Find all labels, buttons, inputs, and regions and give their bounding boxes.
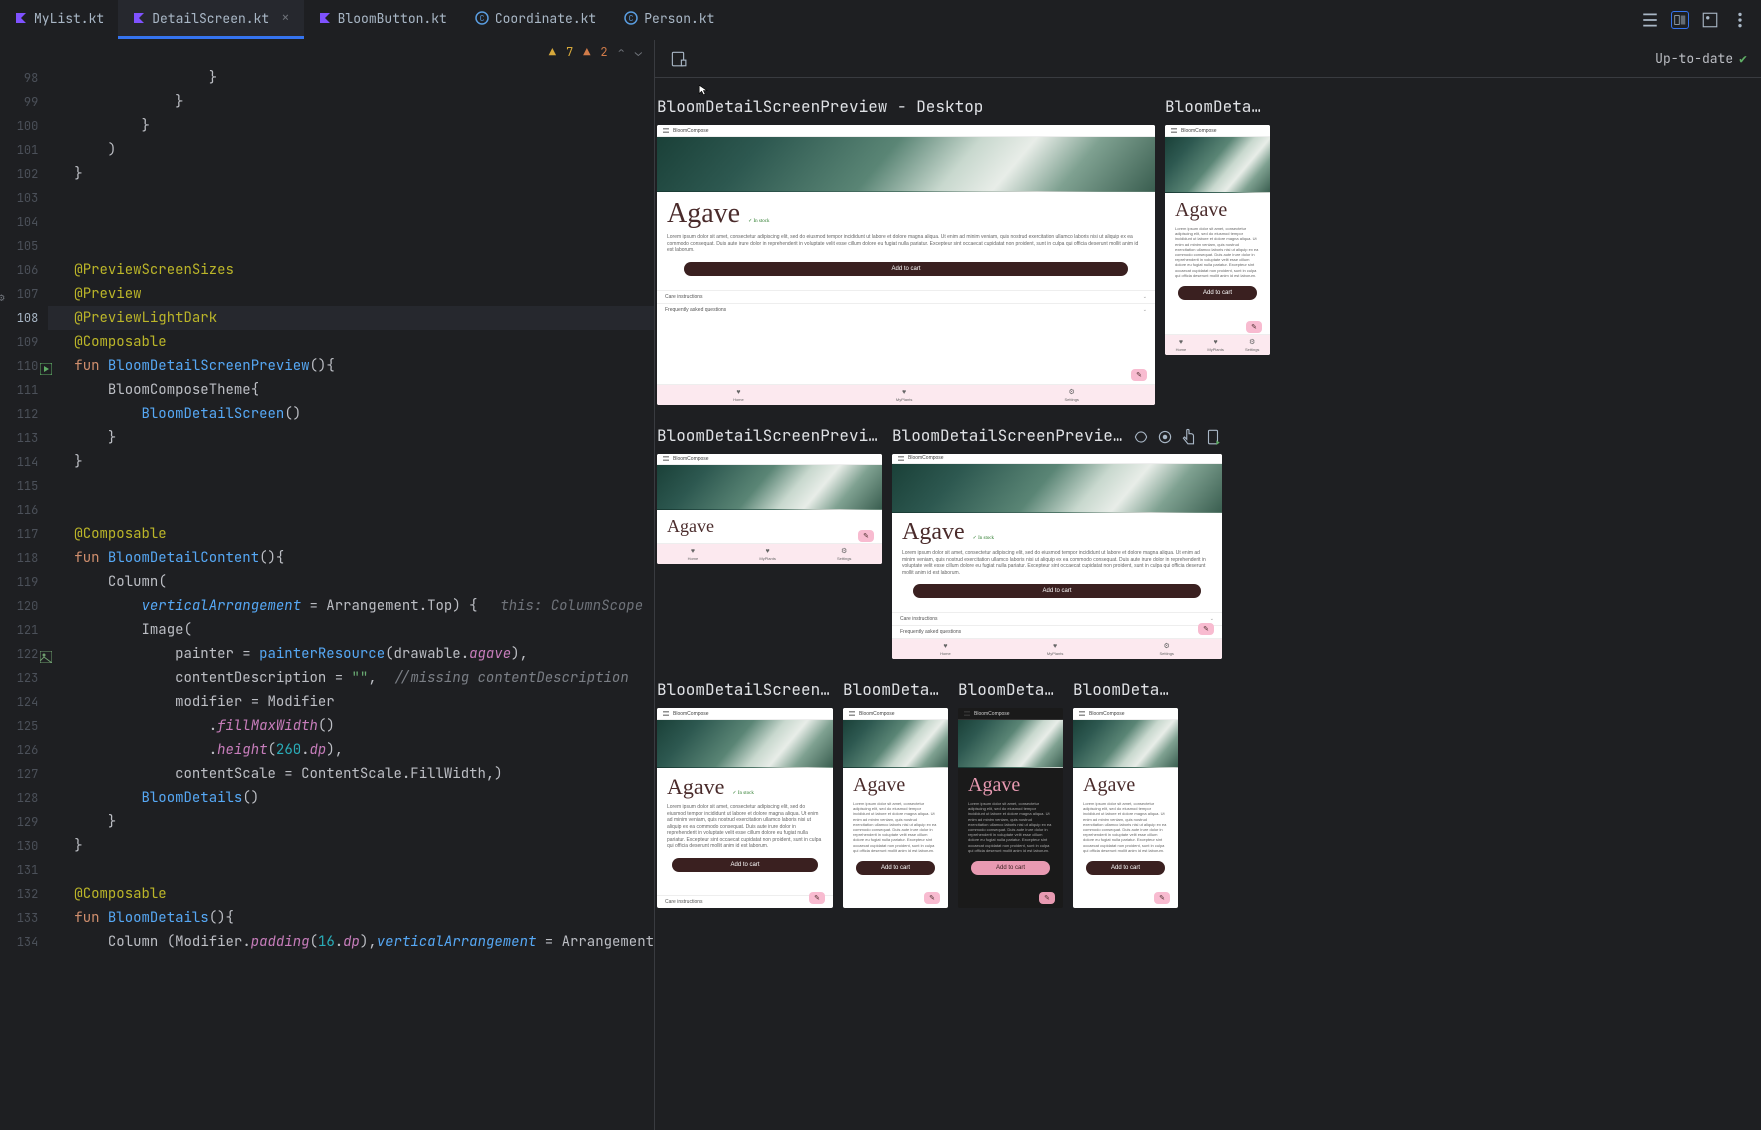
add-to-cart-button: Add to cart — [913, 584, 1201, 598]
card-title: BloomCompose — [673, 128, 709, 134]
nav-settings: Settings — [1064, 397, 1078, 402]
nav-settings: Settings — [1245, 347, 1259, 352]
nav-home: Home — [688, 556, 699, 561]
svg-text:C: C — [629, 14, 634, 24]
tab-label: BloomButton.kt — [338, 10, 447, 27]
nav-settings: Settings — [1159, 651, 1173, 656]
stock-badge: ✓ In stock — [973, 535, 994, 541]
close-icon[interactable]: × — [281, 9, 289, 27]
tab-coordinate[interactable]: C Coordinate.kt — [461, 0, 610, 39]
kotlin-file-icon — [132, 11, 146, 25]
preview-pane: Up-to-date ✔ BloomDetailScreenPreview - … — [655, 40, 1761, 1130]
preview-card-desktop[interactable]: BloomCompose Agave ✓ In stock Lorem ipsum… — [657, 125, 1155, 405]
nav-home: Home — [1176, 347, 1187, 352]
list-icon[interactable] — [1641, 11, 1659, 29]
tab-detailscreen[interactable]: DetailScreen.kt × — [118, 0, 303, 39]
product-title: Agave — [1175, 199, 1227, 222]
tab-label: DetailScreen.kt — [152, 10, 269, 27]
tab-bar: MyList.kt DetailScreen.kt × BloomButton.… — [0, 0, 1761, 40]
product-title: Agave — [902, 519, 965, 546]
product-desc: Lorem ipsum dolor sit amet, consectetur … — [667, 234, 1145, 254]
editor-pane: ▲ 7 ▲ 2 ⌃ ⌄ 9899100101102103104105106⚙1071… — [0, 40, 655, 1130]
preview-label-4a: BloomDetailScreenPrevie... — [657, 679, 833, 700]
preview-card-tablet[interactable]: BloomCompose Agave ✓ In stock Lorem ipsum… — [892, 454, 1222, 659]
nav-plants: MyPlants — [1047, 651, 1063, 656]
nav-plants: MyPlants — [759, 556, 775, 561]
warning-count: 7 — [566, 44, 573, 60]
fab-edit: ✎ — [1131, 369, 1147, 381]
gutter[interactable]: 9899100101102103104105106⚙10710810911011… — [0, 64, 48, 1130]
check-icon: ✔ — [1739, 50, 1747, 67]
preview-label-4c: BloomDetailSc... — [958, 679, 1063, 700]
more-icon[interactable] — [1731, 11, 1749, 29]
weak-warning-count: 2 — [600, 44, 607, 60]
card-title: BloomCompose — [908, 455, 944, 461]
warning-icon: ▲ — [549, 44, 556, 60]
preview-card-portrait[interactable]: BloomCompose Agave Lorem ipsum dolor sit… — [1165, 125, 1270, 355]
nav-plants: MyPlants — [1207, 347, 1223, 352]
stock-badge: ✓ In stock — [748, 218, 769, 224]
card-title: BloomCompose — [1181, 128, 1217, 134]
kotlin-file-icon — [14, 11, 28, 25]
product-title: Agave — [667, 198, 740, 230]
weak-warning-icon: ▲ — [583, 44, 590, 60]
tab-bloombutton[interactable]: BloomButton.kt — [304, 0, 461, 39]
kotlin-file-icon — [318, 11, 332, 25]
chevron-down-icon[interactable]: ⌄ — [635, 44, 642, 60]
accordion-faq: Frequently asked questions — [657, 303, 1155, 316]
tab-label: MyList.kt — [34, 10, 104, 27]
preview-card-4b[interactable]: BloomCompose Agave Lorem ipsum dolor sit… — [843, 708, 948, 908]
code-editor[interactable]: } } } )}@PreviewScreenSizes@Preview@Prev… — [48, 64, 654, 1130]
preview-card-4d[interactable]: BloomCompose Agave Lorem ipsum dolor sit… — [1073, 708, 1178, 908]
preview-scroll[interactable]: BloomDetailScreenPreview - Desktop Bloom… — [655, 78, 1761, 1130]
accordion-care: Care instructions — [657, 290, 1155, 303]
gesture-icon[interactable] — [1180, 428, 1198, 446]
chevron-up-icon[interactable]: ⌃ — [618, 44, 625, 60]
preview-status: Up-to-date — [1655, 50, 1733, 67]
svg-text:C: C — [479, 14, 484, 24]
preview-label-desktop: BloomDetailScreenPreview - Desktop — [657, 96, 1155, 117]
device-select-icon[interactable] — [669, 50, 687, 68]
product-desc: Lorem ipsum dolor sit amet, consectetur … — [1175, 226, 1260, 278]
fab-edit: ✎ — [1246, 321, 1262, 333]
nav-settings: Settings — [837, 556, 851, 561]
preview-label-tablet: BloomDetailScreenPreview - Tab... — [892, 425, 1124, 446]
tab-mylist[interactable]: MyList.kt — [0, 0, 118, 39]
tab-label: Person.kt — [644, 10, 714, 27]
split-icon[interactable] — [1671, 11, 1689, 29]
add-to-cart-button: Add to cart — [1178, 286, 1257, 300]
tab-person[interactable]: C Person.kt — [610, 0, 728, 39]
product-title: Agave — [667, 516, 714, 537]
preview-card-4a[interactable]: BloomCompose Agave✓ In stock Lorem ipsum… — [657, 708, 833, 908]
add-to-cart-button: Add to cart — [684, 262, 1129, 276]
animation-icon[interactable] — [1132, 428, 1150, 446]
preview-toolbar: Up-to-date ✔ — [655, 40, 1761, 78]
inspection-widget[interactable]: ▲ 7 ▲ 2 ⌃ ⌄ — [0, 40, 654, 64]
accordion-faq: Frequently asked questions — [892, 625, 1222, 638]
deploy-icon[interactable] — [1204, 428, 1222, 446]
preview-label-trunc1: BloomDetailSc... — [1165, 96, 1270, 117]
product-desc: Lorem ipsum dolor sit amet, consectetur … — [902, 550, 1212, 576]
preview-label-phone: BloomDetailScreenPreview - Pho... — [657, 425, 882, 446]
card-title: BloomCompose — [673, 456, 709, 462]
kotlin-class-icon: C — [475, 11, 489, 25]
nav-home: Home — [733, 397, 744, 402]
interactive-icon[interactable] — [1156, 428, 1174, 446]
preview-label-4b: BloomDetailSc... — [843, 679, 948, 700]
preview-card-4c-dark[interactable]: BloomCompose Agave Lorem ipsum dolor sit… — [958, 708, 1063, 908]
kotlin-class-icon: C — [624, 11, 638, 25]
tab-label: Coordinate.kt — [495, 10, 596, 27]
nav-home: Home — [940, 651, 951, 656]
preview-icon[interactable] — [1701, 11, 1719, 29]
accordion-care: Care instructions — [892, 612, 1222, 625]
nav-plants: MyPlants — [896, 397, 912, 402]
fab-edit: ✎ — [1198, 623, 1214, 635]
preview-card-phone[interactable]: BloomCompose Agave ✎ ♥Home ♥MyPlants ⚙Se… — [657, 454, 882, 564]
fab-edit: ✎ — [858, 530, 874, 542]
preview-label-4d: BloomDetailSc... — [1073, 679, 1178, 700]
